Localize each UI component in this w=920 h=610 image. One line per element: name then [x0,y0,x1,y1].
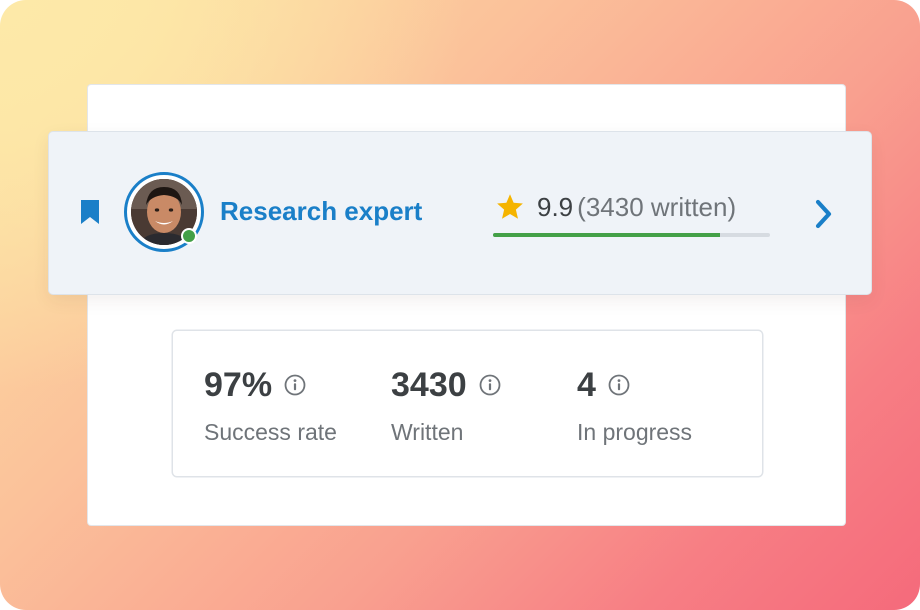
rating-score: 9.9 [537,191,574,222]
rating-progress-fill [493,233,721,237]
rating-progress-bar [493,233,770,237]
online-status-dot [181,228,197,244]
chevron-right-icon[interactable] [813,198,835,230]
expert-title[interactable]: Research expert [220,196,422,227]
stat-value: 97% [204,365,273,404]
rating-count: (3430 written) [577,191,737,222]
bookmark-icon[interactable] [79,199,101,225]
stat-label: In progress [577,419,693,445]
info-icon[interactable] [479,374,501,396]
star-icon [497,194,523,219]
stat-value: 3430 [391,365,467,404]
stat-in-progress: 4 In progress [577,365,692,446]
avatar [124,172,204,252]
stat-label: Success rate [204,419,337,445]
background: Research expert 9.9 (3430 written) 97% S… [0,0,920,610]
stat-written: 3430 Written [391,365,501,446]
stats-panel: 97% Success rate 3430 Written 4 In progr… [173,331,762,476]
rating: 9.9 (3430 written) [495,190,736,224]
expert-card[interactable]: Research expert 9.9 (3430 written) [49,132,871,294]
stat-label: Written [391,419,464,445]
info-icon[interactable] [608,374,630,396]
info-icon[interactable] [284,374,306,396]
stat-value: 4 [577,365,596,404]
stat-success-rate: 97% Success rate [204,365,337,446]
